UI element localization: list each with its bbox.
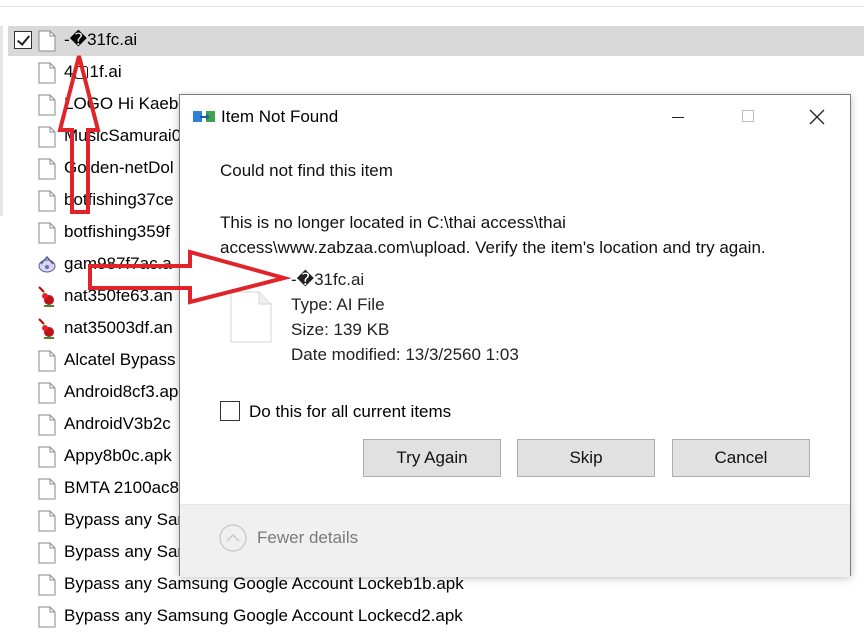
file-name: Bypass any Sar [64, 510, 184, 529]
row-checkbox[interactable] [14, 31, 32, 49]
blank-file-icon [38, 350, 56, 372]
item-type: Type: AI File [291, 295, 385, 314]
close-icon [809, 109, 825, 125]
dialog-titlebar[interactable]: Item Not Found [180, 95, 850, 139]
file-name: botfishing37ce [64, 190, 174, 209]
blank-file-icon [38, 158, 56, 180]
file-name: nat35003df.an [64, 318, 173, 337]
blank-file-icon [38, 510, 56, 532]
dialog-heading: Could not find this item [220, 161, 393, 180]
file-name: nat350fe63.an [64, 286, 173, 305]
skip-button[interactable]: Skip [517, 439, 655, 477]
cancel-button[interactable]: Cancel [672, 439, 810, 477]
item-not-found-dialog: Item Not Found Could not find this item … [179, 94, 851, 577]
blank-file-icon [38, 94, 56, 116]
file-name: Bypass any Samsung Google Account Lockec… [64, 606, 463, 625]
file-name: -�31fc.ai [64, 30, 138, 49]
blank-file-icon [38, 446, 56, 468]
file-name: botfishing359f [64, 222, 170, 241]
blank-file-icon [38, 222, 56, 244]
document-icon [230, 291, 272, 343]
file-row[interactable]: 4▢1f.ai [8, 58, 864, 88]
blank-file-icon [38, 414, 56, 436]
chevron-up-icon[interactable] [219, 524, 247, 552]
toolbar-divider [0, 6, 864, 7]
maximize-button[interactable] [712, 95, 782, 139]
blank-file-icon [38, 382, 56, 404]
apply-all-checkbox[interactable] [220, 401, 240, 421]
close-button[interactable] [782, 95, 852, 139]
file-name: Bypass any Samsung Google Account Lockeb… [64, 574, 464, 593]
item-details: -�31fc.ai Type: AI File Size: 139 KB Dat… [291, 267, 519, 367]
blank-file-icon [38, 478, 56, 500]
apply-all-label[interactable]: Do this for all current items [249, 402, 451, 422]
file-row[interactable]: Bypass any Samsung Google Account Lockec… [8, 602, 864, 632]
file-name: Alcatel Bypass [64, 350, 176, 369]
blank-file-icon [38, 126, 56, 148]
dialog-title: Item Not Found [221, 107, 339, 126]
file-name: Bypass any Sar [64, 542, 184, 561]
cursor-file-icon [38, 286, 54, 307]
file-name: Appy8b0c.apk [64, 446, 172, 465]
file-name: AndroidV3b2c [64, 414, 171, 433]
dialog-footer: Fewer details [180, 504, 850, 577]
file-name: BMTA 2100ac8 [64, 478, 179, 497]
blank-file-icon [38, 190, 56, 212]
file-row[interactable]: -�31fc.ai [8, 26, 864, 56]
item-file-name: -�31fc.ai [291, 270, 365, 289]
file-name: 4▢1f.ai [64, 62, 122, 81]
blank-file-icon [38, 574, 56, 596]
blank-file-icon [38, 30, 56, 52]
fewer-details-toggle[interactable]: Fewer details [257, 528, 358, 548]
cursor-file-icon [38, 318, 54, 339]
file-name: gam987f7ac.a [64, 254, 172, 273]
blank-file-icon [38, 542, 56, 564]
file-move-icon [193, 111, 215, 122]
try-again-button[interactable]: Try Again [363, 439, 501, 477]
item-size: Size: 139 KB [291, 320, 390, 339]
minimize-button[interactable] [642, 95, 712, 139]
blank-file-icon [38, 62, 56, 84]
nav-pane-edge [0, 26, 3, 216]
app-icon [38, 255, 56, 273]
file-name: Golden-netDol [64, 158, 174, 177]
dialog-message: This is no longer located in C:\thai acc… [220, 213, 766, 257]
file-name: MusicSamurai0 [64, 126, 182, 145]
item-date-modified: Date modified: 13/3/2560 1:03 [291, 345, 519, 364]
file-name: LOGO Hi Kaeb [64, 94, 179, 113]
file-name: Android8cf3.ap [64, 382, 179, 401]
